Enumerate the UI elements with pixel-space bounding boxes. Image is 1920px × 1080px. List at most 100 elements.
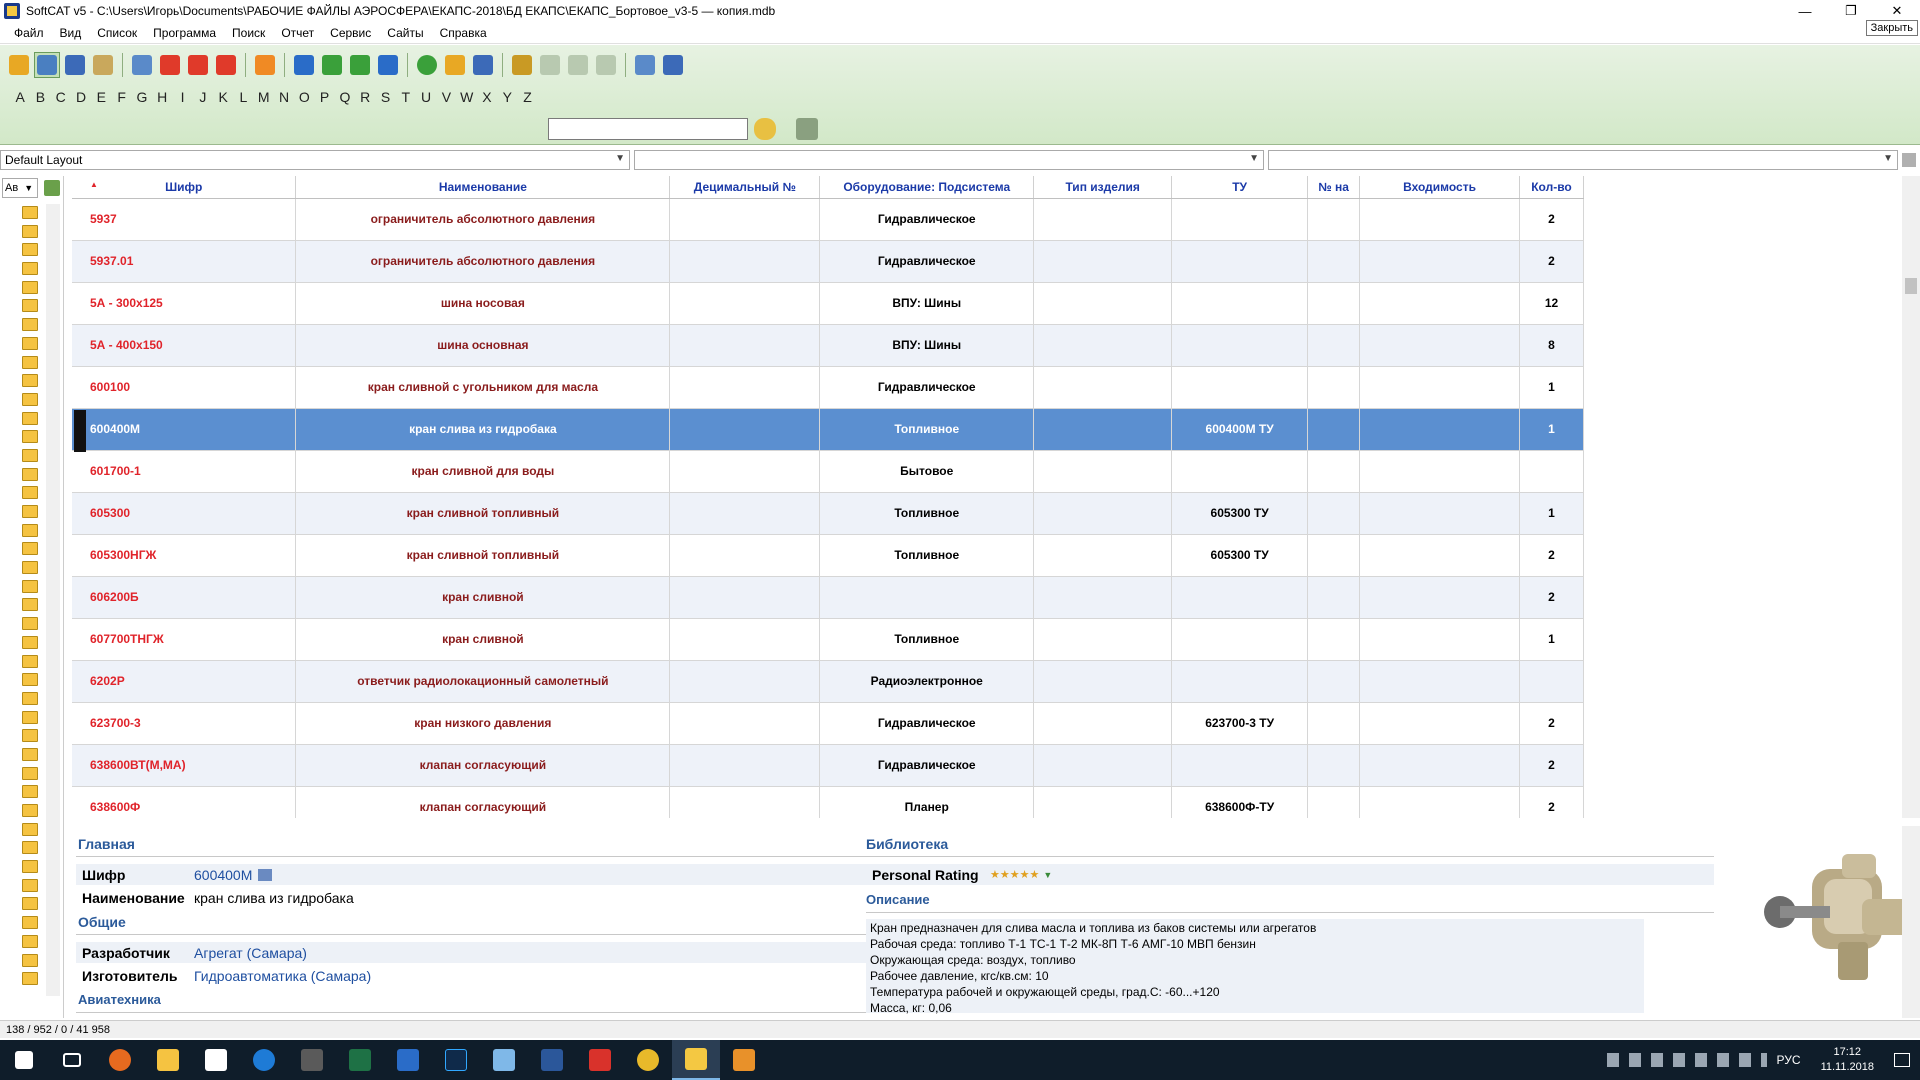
column-header-tu[interactable]: ТУ [1171,176,1309,199]
alpha-filter-p[interactable]: P [314,89,334,105]
pdf-app[interactable] [576,1040,624,1080]
alpha-filter-j[interactable]: J [193,89,213,105]
alpha-filter-g[interactable]: G [132,89,152,105]
next-record-button[interactable] [347,52,373,78]
table-row[interactable]: 5А - 400х150 шина основная ВПУ: Шины 8 [72,324,1584,367]
alpha-filter-r[interactable]: R [355,89,375,105]
maximize-button[interactable]: ❐ [1828,0,1874,22]
folder-icon[interactable] [22,635,38,649]
folder-icon[interactable] [22,392,38,406]
windows-button[interactable] [593,52,619,78]
folder-icon[interactable] [22,822,38,836]
add-button[interactable] [157,52,183,78]
media-app[interactable] [720,1040,768,1080]
folder-icon[interactable] [22,448,38,462]
alpha-filter-m[interactable]: M [254,89,274,105]
folder-icon[interactable] [22,579,38,593]
alpha-filter-y[interactable]: Y [497,89,517,105]
chevron-down-icon[interactable]: ▼ [1043,870,1052,880]
table-row[interactable]: 6202Р ответчик радиолокационный самолетны… [72,660,1584,703]
alpha-filter-t[interactable]: T [396,89,416,105]
column-header-qty[interactable]: Кол-во [1519,176,1584,199]
column-header-number[interactable]: № на [1307,176,1361,199]
chrome-app[interactable] [624,1040,672,1080]
folder-icon[interactable] [22,972,38,986]
folder-icon[interactable] [22,280,38,294]
minimize-button[interactable]: — [1782,0,1828,22]
alpha-filter-k[interactable]: K [213,89,233,105]
folder-icon[interactable] [22,860,38,874]
field-developer-value[interactable]: Агрегат (Самара) [194,945,307,961]
alpha-filter-x[interactable]: X [477,89,497,105]
tree-scrollbar[interactable] [46,204,60,996]
field-code-value[interactable]: 600400М [194,867,252,883]
folder-icon[interactable] [22,878,38,892]
alpha-filter-w[interactable]: W [457,89,477,105]
folder-icon[interactable] [22,710,38,724]
alpha-filter-v[interactable]: V [436,89,456,105]
menu-file[interactable]: Файл [6,26,52,40]
table-row[interactable]: 638600Ф клапан согласующий Планер 638600Ф-Т… [72,786,1584,818]
wand-icon[interactable] [1902,153,1916,167]
menu-sites[interactable]: Сайты [379,26,431,40]
folder-icon[interactable] [22,785,38,799]
layout-select[interactable]: Default Layout ▼ [0,150,630,170]
folder-icon[interactable] [22,523,38,537]
tools-button[interactable] [90,52,116,78]
alpha-filter-e[interactable]: E [91,89,111,105]
folder-icon[interactable] [22,262,38,276]
alpha-filter-s[interactable]: S [375,89,395,105]
folder-icon[interactable] [22,505,38,518]
folder-icon[interactable] [22,243,38,257]
filter-select-3[interactable]: ▼ [1268,150,1898,170]
search-icon[interactable] [754,118,776,140]
table-row[interactable]: 5А - 300х125 шина носовая ВПУ: Шины 12 [72,282,1584,325]
folder-icon[interactable] [22,953,38,967]
folder-icon[interactable] [22,299,38,313]
pencil-icon[interactable] [44,180,60,196]
sort-combo[interactable]: Ав ▼ [2,178,38,198]
alpha-filter-i[interactable]: I [172,89,192,105]
alpha-filter-u[interactable]: U [416,89,436,105]
folder-icon[interactable] [22,897,38,911]
column-header-inclusion[interactable]: Входимость [1359,176,1520,199]
refresh-button[interactable] [252,52,278,78]
folder-icon[interactable] [22,430,38,444]
folder-icon[interactable] [22,654,38,668]
folder-icon[interactable] [22,916,38,930]
notification-icon[interactable] [1894,1053,1910,1067]
excel-app[interactable] [336,1040,384,1080]
table-row[interactable]: 601700-1 кран сливной для воды Бытовое [72,450,1584,493]
menu-help[interactable]: Справка [432,26,495,40]
app-shortcut[interactable] [384,1040,432,1080]
folder-icon[interactable] [22,934,38,948]
table-row[interactable]: 605300 кран сливной топливный Топливное 605… [72,492,1584,535]
table-row[interactable]: 623700-3 кран низкого давления Гидравличес… [72,702,1584,745]
folder-icon[interactable] [22,766,38,780]
explorer-app[interactable] [144,1040,192,1080]
column-header-name[interactable]: Наименование [295,176,671,199]
plug-icon[interactable] [796,118,818,140]
alpha-filter-a[interactable]: A [10,89,30,105]
edit-icon[interactable] [258,868,273,881]
delete-button[interactable] [213,52,239,78]
menu-service[interactable]: Сервис [322,26,379,40]
chart-button[interactable] [660,52,686,78]
alpha-filter-l[interactable]: L [233,89,253,105]
back-button[interactable] [537,52,563,78]
column-header-type[interactable]: Тип изделия [1033,176,1173,199]
alpha-filter-q[interactable]: Q [335,89,355,105]
close-button[interactable]: ✕ [1874,0,1920,22]
grid-scroll-thumb[interactable] [1905,278,1917,294]
last-record-button[interactable] [375,52,401,78]
alpha-filter-o[interactable]: O [294,89,314,105]
first-record-button[interactable] [291,52,317,78]
edge-app[interactable] [240,1040,288,1080]
folder-icon[interactable] [22,841,38,855]
filter-select-2[interactable]: ▼ [634,150,1264,170]
folder-icon[interactable] [22,691,38,705]
softcat-app[interactable] [672,1040,720,1080]
export-button[interactable] [632,52,658,78]
column-header-code[interactable]: ▲ Шифр [72,176,297,199]
search-input[interactable] [548,118,748,140]
